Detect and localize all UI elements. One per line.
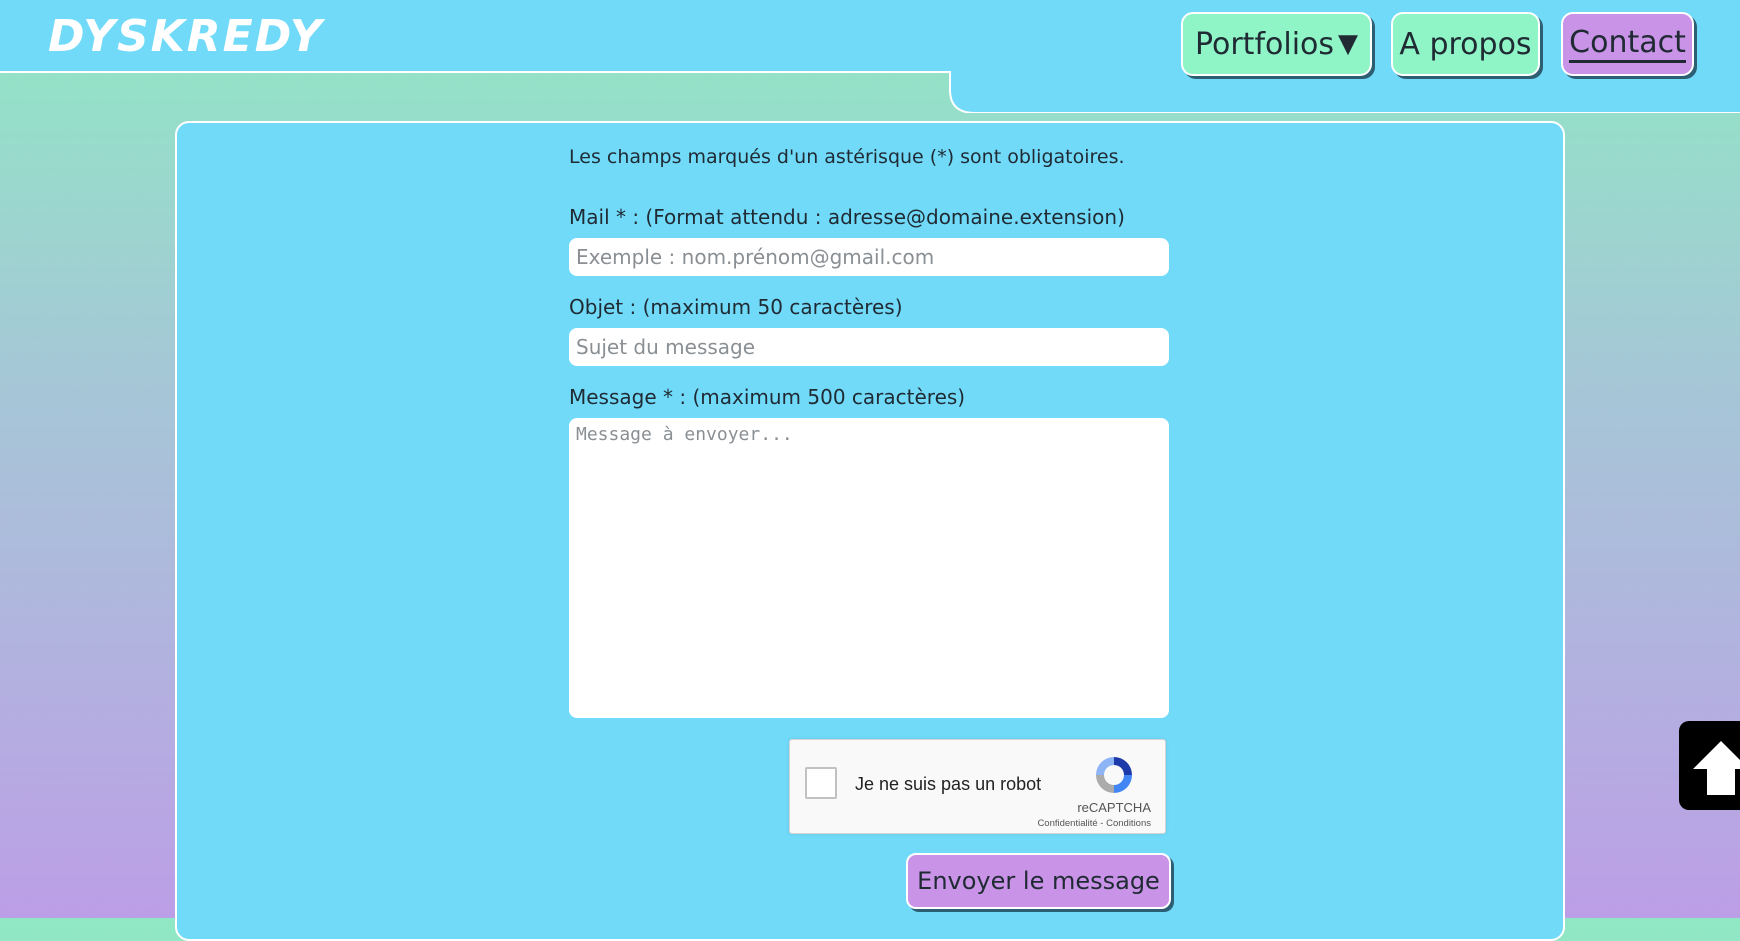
recaptcha-brand: reCAPTCHA [1077, 800, 1151, 815]
arrow-up-icon [1693, 741, 1740, 795]
nav-portfolios-button[interactable]: Portfolios ▼ [1181, 12, 1372, 76]
site-logo[interactable]: DYSKREDY [48, 12, 324, 62]
nav-apropos-button[interactable]: A propos [1391, 12, 1540, 76]
recaptcha-links: Confidentialité - Conditions [1037, 818, 1151, 829]
recaptcha-checkbox[interactable] [805, 767, 837, 799]
recaptcha-label: Je ne suis pas un robot [855, 774, 1042, 794]
nav-portfolios-label: Portfolios [1194, 26, 1335, 62]
recaptcha-terms-link[interactable]: Conditions [1106, 818, 1151, 829]
recaptcha-widget: Je ne suis pas un robot reCAPTCHA Confid… [789, 739, 1166, 834]
nav-contact-label: Contact [1569, 25, 1686, 63]
nav-apropos-label: A propos [1399, 26, 1532, 62]
required-fields-note: Les champs marqués d'un astérisque (*) s… [569, 146, 1125, 168]
site-header: DYSKREDY Portfolios ▼ A propos Contact [0, 0, 1740, 113]
mail-label: Mail * : (Format attendu : adresse@domai… [569, 205, 1125, 229]
back-to-top-button[interactable] [1679, 721, 1740, 810]
recaptcha-link-separator: - [1097, 818, 1107, 829]
chevron-down-icon: ▼ [1338, 29, 1359, 59]
nav-contact-button[interactable]: Contact [1561, 12, 1694, 76]
subject-label: Objet : (maximum 50 caractères) [569, 295, 903, 319]
message-textarea[interactable] [569, 418, 1169, 718]
subject-input[interactable] [569, 328, 1169, 366]
recaptcha-logo-icon [1096, 757, 1132, 793]
message-label: Message * : (maximum 500 caractères) [569, 385, 966, 409]
send-message-button[interactable]: Envoyer le message [906, 853, 1171, 909]
recaptcha-privacy-link[interactable]: Confidentialité [1037, 818, 1097, 829]
mail-input[interactable] [569, 238, 1169, 276]
